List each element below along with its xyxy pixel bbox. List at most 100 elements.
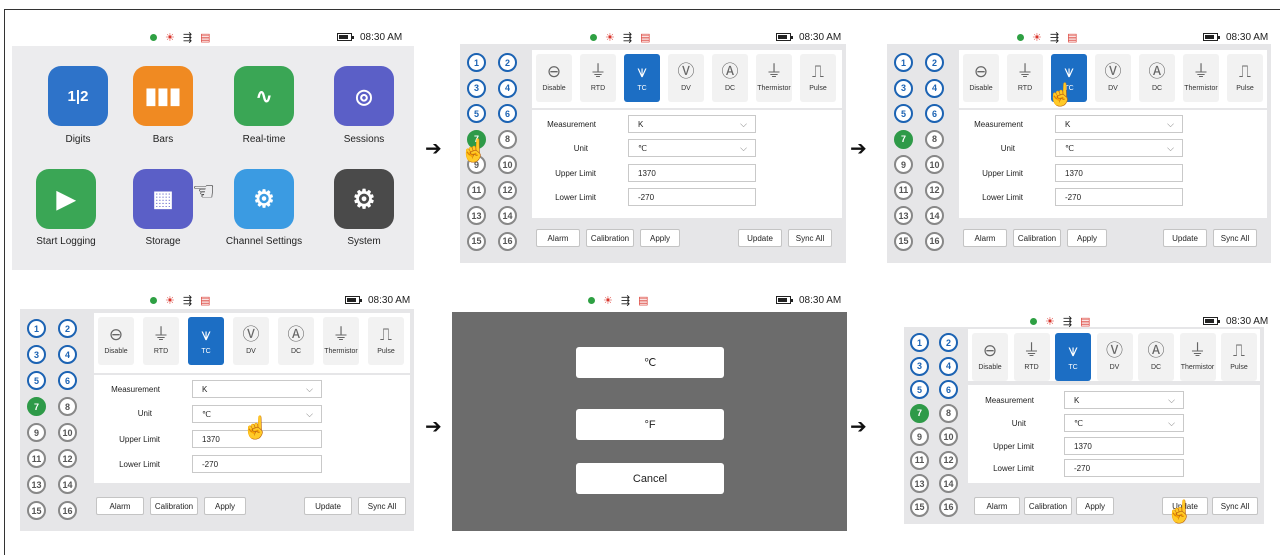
channel-13-button[interactable]: 13 — [910, 474, 929, 493]
measurement-select[interactable]: K ⌵ — [1064, 391, 1184, 409]
calibration-button[interactable]: Calibration — [1013, 229, 1061, 247]
upper-limit-input[interactable]: 1370 — [628, 164, 756, 182]
unit-select[interactable]: ℃ ⌵ — [1064, 414, 1184, 432]
channel-5-button[interactable]: 5 — [910, 380, 929, 399]
channel-12-button[interactable]: 12 — [925, 180, 944, 200]
channel-16-button[interactable]: 16 — [58, 501, 77, 520]
sensor-disable-button[interactable]: ⊖ Disable — [98, 317, 134, 365]
cancel-button[interactable]: Cancel — [576, 463, 724, 494]
channel-8-button[interactable]: 8 — [58, 397, 77, 416]
measurement-select[interactable]: K ⌵ — [1055, 115, 1183, 133]
channel-1-button[interactable]: 1 — [894, 53, 913, 72]
sensor-thermistor-button[interactable]: ⏚ Thermistor — [756, 54, 792, 102]
sensor-thermistor-button[interactable]: ⏚ Thermistor — [1183, 54, 1219, 102]
channel-5-button[interactable]: 5 — [894, 104, 913, 123]
channel-4-button[interactable]: 4 — [939, 356, 958, 376]
channel-9-button[interactable]: 9 — [894, 155, 913, 174]
channel-11-button[interactable]: 11 — [27, 449, 46, 468]
sensor-pulse-button[interactable]: ⎍ Pulse — [1221, 333, 1257, 381]
sensor-thermistor-button[interactable]: ⏚ Thermistor — [323, 317, 359, 365]
sensor-dv-button[interactable]: Ⓥ DV — [233, 317, 269, 365]
sensor-dc-button[interactable]: Ⓐ DC — [712, 54, 748, 102]
fahrenheit-option-button[interactable]: °F — [576, 409, 724, 440]
channel-1-button[interactable]: 1 — [467, 53, 486, 72]
celsius-option-button[interactable]: ℃ — [576, 347, 724, 378]
channel-10-button[interactable]: 10 — [498, 155, 517, 174]
channel-15-button[interactable]: 15 — [894, 231, 913, 251]
sensor-disable-button[interactable]: ⊖ Disable — [536, 54, 572, 102]
channel-16-button[interactable]: 16 — [925, 231, 944, 251]
calibration-button[interactable]: Calibration — [1024, 497, 1072, 515]
channel-6-button[interactable]: 6 — [58, 371, 77, 390]
channel-12-button[interactable]: 12 — [498, 180, 517, 200]
alarm-button[interactable]: Alarm — [963, 229, 1007, 247]
channel-13-button[interactable]: 13 — [467, 206, 486, 225]
unit-select[interactable]: ℃ ⌵ — [628, 139, 756, 157]
apply-button[interactable]: Apply — [1076, 497, 1114, 515]
sync-all-button[interactable]: Sync All — [1213, 229, 1257, 247]
channel-3-button[interactable]: 3 — [910, 356, 929, 376]
bars-app-icon[interactable]: ▮▮▮ — [133, 66, 193, 126]
channel-6-button[interactable]: 6 — [925, 104, 944, 123]
update-button[interactable]: Update — [304, 497, 352, 515]
sensor-tc-button[interactable]: ⩛ TC — [188, 317, 224, 365]
calibration-button[interactable]: Calibration — [150, 497, 198, 515]
channel-15-button[interactable]: 15 — [27, 501, 46, 520]
update-button[interactable]: Update — [738, 229, 782, 247]
sync-all-button[interactable]: Sync All — [788, 229, 832, 247]
channel-16-button[interactable]: 16 — [498, 231, 517, 251]
channel-13-button[interactable]: 13 — [27, 475, 46, 494]
start-logging-app-icon[interactable]: ▶ — [36, 169, 96, 229]
channel-10-button[interactable]: 10 — [939, 427, 958, 446]
channel-3-button[interactable]: 3 — [27, 345, 46, 364]
sensor-pulse-button[interactable]: ⎍ Pulse — [1227, 54, 1263, 102]
channel-6-button[interactable]: 6 — [939, 380, 958, 399]
channel-8-button[interactable]: 8 — [925, 129, 944, 149]
measurement-select[interactable]: K ⌵ — [192, 380, 322, 398]
lower-limit-input[interactable]: -270 — [192, 455, 322, 473]
sync-all-button[interactable]: Sync All — [358, 497, 406, 515]
channel-13-button[interactable]: 13 — [894, 206, 913, 225]
sensor-dc-button[interactable]: Ⓐ DC — [1139, 54, 1175, 102]
channel-3-button[interactable]: 3 — [467, 78, 486, 98]
sensor-rtd-button[interactable]: ⏚ RTD — [580, 54, 616, 102]
measurement-select[interactable]: K ⌵ — [628, 115, 756, 133]
apply-button[interactable]: Apply — [1067, 229, 1107, 247]
channel-14-button[interactable]: 14 — [498, 206, 517, 225]
channel-16-button[interactable]: 16 — [939, 497, 958, 517]
sensor-dv-button[interactable]: Ⓥ DV — [1095, 54, 1131, 102]
channel-6-button[interactable]: 6 — [498, 104, 517, 123]
sensor-disable-button[interactable]: ⊖ Disable — [972, 333, 1008, 381]
channel-2-button[interactable]: 2 — [925, 53, 944, 72]
channel-7-button[interactable]: 7 — [894, 129, 913, 149]
alarm-button[interactable]: Alarm — [974, 497, 1020, 515]
sync-all-button[interactable]: Sync All — [1212, 497, 1258, 515]
lower-limit-input[interactable]: -270 — [1064, 459, 1184, 477]
channel-12-button[interactable]: 12 — [939, 450, 958, 470]
sensor-tc-button[interactable]: ⩛ TC — [624, 54, 660, 102]
alarm-button[interactable]: Alarm — [96, 497, 144, 515]
storage-app-icon[interactable]: ▦ — [133, 169, 193, 229]
channel-9-button[interactable]: 9 — [910, 427, 929, 446]
sensor-rtd-button[interactable]: ⏚ RTD — [143, 317, 179, 365]
channel-15-button[interactable]: 15 — [910, 497, 929, 517]
channel-11-button[interactable]: 11 — [910, 450, 929, 470]
channel-1-button[interactable]: 1 — [910, 333, 929, 352]
channel-10-button[interactable]: 10 — [58, 423, 77, 442]
sensor-dc-button[interactable]: Ⓐ DC — [1138, 333, 1174, 381]
channel-8-button[interactable]: 8 — [939, 403, 958, 423]
channel-2-button[interactable]: 2 — [58, 319, 77, 338]
channel-7-button[interactable]: 7 — [27, 397, 46, 416]
channel-4-button[interactable]: 4 — [58, 345, 77, 364]
channel-7-button[interactable]: 7 — [910, 403, 929, 423]
upper-limit-input[interactable]: 1370 — [1064, 437, 1184, 455]
alarm-button[interactable]: Alarm — [536, 229, 580, 247]
channel-4-button[interactable]: 4 — [925, 78, 944, 98]
channel-4-button[interactable]: 4 — [498, 78, 517, 98]
realtime-app-icon[interactable]: ∿ — [234, 66, 294, 126]
sensor-disable-button[interactable]: ⊖ Disable — [963, 54, 999, 102]
channel-14-button[interactable]: 14 — [58, 475, 77, 494]
channel-5-button[interactable]: 5 — [467, 104, 486, 123]
channel-settings-app-icon[interactable]: ⚙ — [234, 169, 294, 229]
channel-2-button[interactable]: 2 — [939, 333, 958, 352]
